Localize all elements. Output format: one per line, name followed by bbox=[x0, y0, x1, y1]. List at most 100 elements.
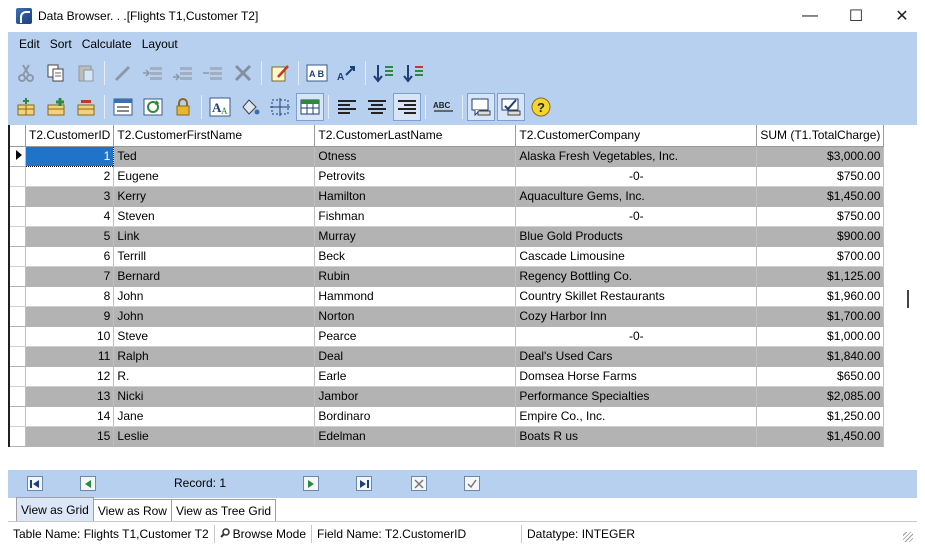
cell-last-name[interactable]: Deal bbox=[314, 346, 517, 367]
cell-last-name[interactable]: Earle bbox=[314, 366, 517, 387]
cell-first-name[interactable]: Jane bbox=[113, 406, 316, 427]
close-button[interactable]: ✕ bbox=[879, 0, 925, 32]
cell-company[interactable]: Deal's Used Cars bbox=[515, 346, 758, 367]
refresh-icon[interactable] bbox=[139, 93, 167, 121]
sort-descending-icon[interactable] bbox=[400, 59, 428, 87]
cell-first-name[interactable]: R. bbox=[113, 366, 316, 387]
cell-last-name[interactable]: Hammond bbox=[314, 286, 517, 307]
cell-first-name[interactable]: Eugene bbox=[113, 166, 316, 187]
align-right-icon[interactable] bbox=[393, 93, 421, 121]
cell-customer-id[interactable]: 4 bbox=[25, 206, 115, 227]
cell-first-name[interactable]: Ted bbox=[113, 146, 316, 167]
next-record-icon[interactable] bbox=[303, 476, 319, 491]
cell-total-charge[interactable]: $1,450.00 bbox=[756, 186, 885, 207]
table-row[interactable]: 10 Steve Pearce -0- $1,000.00 bbox=[8, 326, 885, 347]
cell-company[interactable]: -0- bbox=[515, 166, 758, 187]
cell-total-charge[interactable]: $1,125.00 bbox=[756, 266, 885, 287]
insert-row-icon[interactable] bbox=[139, 59, 167, 87]
cell-total-charge[interactable]: $1,840.00 bbox=[756, 346, 885, 367]
table-row[interactable]: 15 Leslie Edelman Boats R us $1,450.00 bbox=[8, 426, 885, 447]
cell-last-name[interactable]: Otness bbox=[314, 146, 517, 167]
table-row[interactable]: 7 Bernard Rubin Regency Bottling Co. $1,125.… bbox=[8, 266, 885, 287]
add-table-icon[interactable] bbox=[12, 93, 40, 121]
copy-icon[interactable] bbox=[42, 59, 70, 87]
cell-last-name[interactable]: Beck bbox=[314, 246, 517, 267]
cell-last-name[interactable]: Petrovits bbox=[314, 166, 517, 187]
cell-last-name[interactable]: Edelman bbox=[314, 426, 517, 447]
row-indicator[interactable] bbox=[8, 206, 26, 227]
cell-total-charge[interactable]: $1,450.00 bbox=[756, 426, 885, 447]
table-row[interactable]: 8 John Hammond Country Skillet Restaurants $… bbox=[8, 286, 885, 307]
column-header-first-name[interactable]: T2.CustomerFirstName bbox=[113, 125, 316, 147]
column-header-last-name[interactable]: T2.CustomerLastName bbox=[314, 125, 517, 147]
align-center-icon[interactable] bbox=[363, 93, 391, 121]
minimize-button[interactable]: — bbox=[787, 0, 833, 32]
cell-company[interactable]: Cascade Limousine bbox=[515, 246, 758, 267]
cell-total-charge[interactable]: $750.00 bbox=[756, 206, 885, 227]
menu-edit[interactable]: Edit bbox=[14, 37, 45, 51]
align-left-icon[interactable] bbox=[333, 93, 361, 121]
table-row[interactable]: 11 Ralph Deal Deal's Used Cars $1,840.00 bbox=[8, 346, 885, 367]
cell-total-charge[interactable]: $1,700.00 bbox=[756, 306, 885, 327]
cell-company[interactable]: Alaska Fresh Vegetables, Inc. bbox=[515, 146, 758, 167]
cell-last-name[interactable]: Hamilton bbox=[314, 186, 517, 207]
remove-column-icon[interactable] bbox=[72, 93, 100, 121]
cell-company[interactable]: Performance Specialties bbox=[515, 386, 758, 407]
cell-first-name[interactable]: Leslie bbox=[113, 426, 316, 447]
select-grid-icon[interactable] bbox=[266, 93, 294, 121]
cell-total-charge[interactable]: $1,000.00 bbox=[756, 326, 885, 347]
view-toggle-checked-icon[interactable] bbox=[497, 93, 525, 121]
cell-customer-id[interactable]: 10 bbox=[25, 326, 115, 347]
menu-sort[interactable]: Sort bbox=[45, 37, 77, 51]
row-indicator[interactable] bbox=[8, 386, 26, 407]
append-row-icon[interactable] bbox=[169, 59, 197, 87]
cell-first-name[interactable]: John bbox=[113, 306, 316, 327]
paste-icon[interactable] bbox=[72, 59, 100, 87]
table-row[interactable]: 5 Link Murray Blue Gold Products $900.00 bbox=[8, 226, 885, 247]
cell-company[interactable]: Country Skillet Restaurants bbox=[515, 286, 758, 307]
row-indicator[interactable] bbox=[8, 306, 26, 327]
row-indicator[interactable] bbox=[8, 286, 26, 307]
cell-last-name[interactable]: Bordinaro bbox=[314, 406, 517, 427]
column-header-customer-id[interactable]: T2.CustomerID bbox=[25, 125, 115, 147]
cell-total-charge[interactable]: $2,085.00 bbox=[756, 386, 885, 407]
cell-customer-id[interactable]: 14 bbox=[25, 406, 115, 427]
font-icon[interactable]: AA bbox=[206, 93, 234, 121]
cell-customer-id[interactable]: 7 bbox=[25, 266, 115, 287]
table-row[interactable]: 9 John Norton Cozy Harbor Inn $1,700.00 bbox=[8, 306, 885, 327]
scrollbar-thumb[interactable] bbox=[907, 290, 909, 308]
cell-total-charge[interactable]: $900.00 bbox=[756, 226, 885, 247]
row-indicator[interactable] bbox=[8, 406, 26, 427]
row-indicator[interactable] bbox=[8, 366, 26, 387]
edit-note-icon[interactable] bbox=[266, 59, 294, 87]
spell-check-icon[interactable]: ABC bbox=[430, 93, 458, 121]
previous-record-icon[interactable] bbox=[80, 476, 96, 491]
last-record-icon[interactable] bbox=[356, 476, 372, 491]
cell-total-charge[interactable]: $750.00 bbox=[756, 166, 885, 187]
cell-customer-id[interactable]: 9 bbox=[25, 306, 115, 327]
cell-customer-id[interactable]: 5 bbox=[25, 226, 115, 247]
row-indicator[interactable] bbox=[8, 326, 26, 347]
cell-customer-id[interactable]: 13 bbox=[25, 386, 115, 407]
table-row[interactable]: 6 Terrill Beck Cascade Limousine $700.00 bbox=[8, 246, 885, 267]
cell-company[interactable]: Regency Bottling Co. bbox=[515, 266, 758, 287]
cell-company[interactable]: -0- bbox=[515, 206, 758, 227]
resize-grip[interactable] bbox=[903, 532, 913, 542]
grid-lines-icon[interactable] bbox=[296, 93, 324, 121]
first-record-icon[interactable] bbox=[27, 476, 43, 491]
post-edit-icon[interactable] bbox=[464, 476, 480, 491]
cell-company[interactable]: Blue Gold Products bbox=[515, 226, 758, 247]
cell-customer-id[interactable]: 6 bbox=[25, 246, 115, 267]
cell-customer-id[interactable]: 3 bbox=[25, 186, 115, 207]
cell-customer-id[interactable]: 2 bbox=[25, 166, 115, 187]
table-row[interactable]: 13 Nicki Jambor Performance Specialties $2,0… bbox=[8, 386, 885, 407]
tab-view-as-row[interactable]: View as Row bbox=[92, 499, 172, 521]
cell-customer-id[interactable]: 8 bbox=[25, 286, 115, 307]
table-row[interactable]: 3 Kerry Hamilton Aquaculture Gems, Inc. $1,4… bbox=[8, 186, 885, 207]
delete-row-icon[interactable] bbox=[199, 59, 227, 87]
row-indicator[interactable] bbox=[8, 186, 26, 207]
row-indicator[interactable] bbox=[8, 146, 26, 167]
cell-last-name[interactable]: Pearce bbox=[314, 326, 517, 347]
cell-customer-id[interactable]: 15 bbox=[25, 426, 115, 447]
column-header-company[interactable]: T2.CustomerCompany bbox=[515, 125, 758, 147]
